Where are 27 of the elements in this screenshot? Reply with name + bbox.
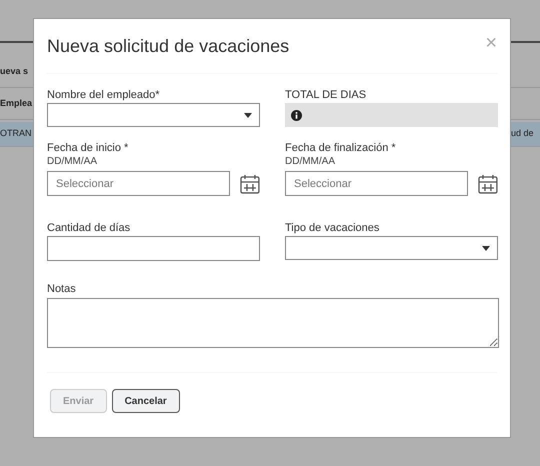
field-label: Fecha de inicio *	[47, 141, 130, 155]
calendar-icon[interactable]	[240, 174, 260, 194]
dialog-title: Nueva solicitud de vacaciones	[47, 36, 290, 56]
column-header: ueva s	[0, 64, 28, 78]
format-hint: DD/MM/AA	[47, 155, 98, 168]
date-field[interactable]: Seleccionar	[47, 171, 230, 196]
field-label: Nombre del empleado*	[47, 88, 161, 102]
calendar-icon[interactable]	[478, 174, 498, 194]
format-hint: DD/MM/AA	[285, 155, 336, 168]
select-field[interactable]	[47, 103, 260, 127]
field-label: Tipo de vacaciones	[285, 221, 380, 235]
field-label: TOTAL DE DIAS	[285, 88, 368, 102]
close-button[interactable]: ×	[483, 33, 499, 53]
column-header: Emplea	[0, 96, 32, 110]
select-field[interactable]	[285, 236, 498, 260]
caret-icon	[482, 246, 490, 250]
field-label: Cantidad de días	[47, 221, 132, 235]
table-cell-text: OTRAN	[0, 127, 32, 140]
field-label: Fecha de finalización *	[285, 141, 397, 155]
info-icon	[291, 110, 302, 120]
notes-field[interactable]	[47, 298, 499, 348]
table-cell-text: ud de	[511, 127, 534, 140]
caret-icon	[244, 112, 252, 118]
input-field[interactable]	[47, 236, 260, 261]
cancel-button[interactable]: Cancelar	[112, 389, 180, 413]
field-label: Notas	[47, 282, 77, 296]
date-field[interactable]: Seleccionar	[285, 171, 468, 196]
